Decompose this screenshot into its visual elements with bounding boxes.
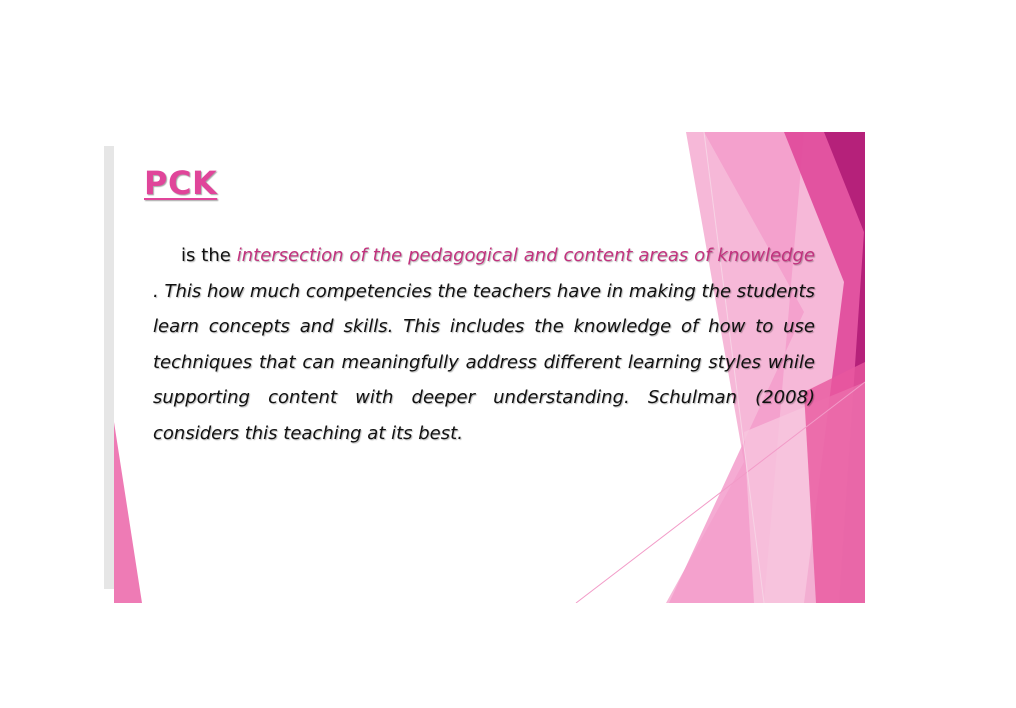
page-title: PCK <box>144 164 218 202</box>
slide: PCK is the intersection of the pedagogic… <box>104 132 865 603</box>
body-paragraph: is the intersection of the pedagogical a… <box>153 238 815 451</box>
left-pink-wedge <box>114 422 142 603</box>
paragraph-emphasis: intersection of the pedagogical and cont… <box>236 245 815 266</box>
paragraph-lead: is the <box>181 245 237 266</box>
paragraph-rest: . This how much competencies the teacher… <box>153 280 815 444</box>
